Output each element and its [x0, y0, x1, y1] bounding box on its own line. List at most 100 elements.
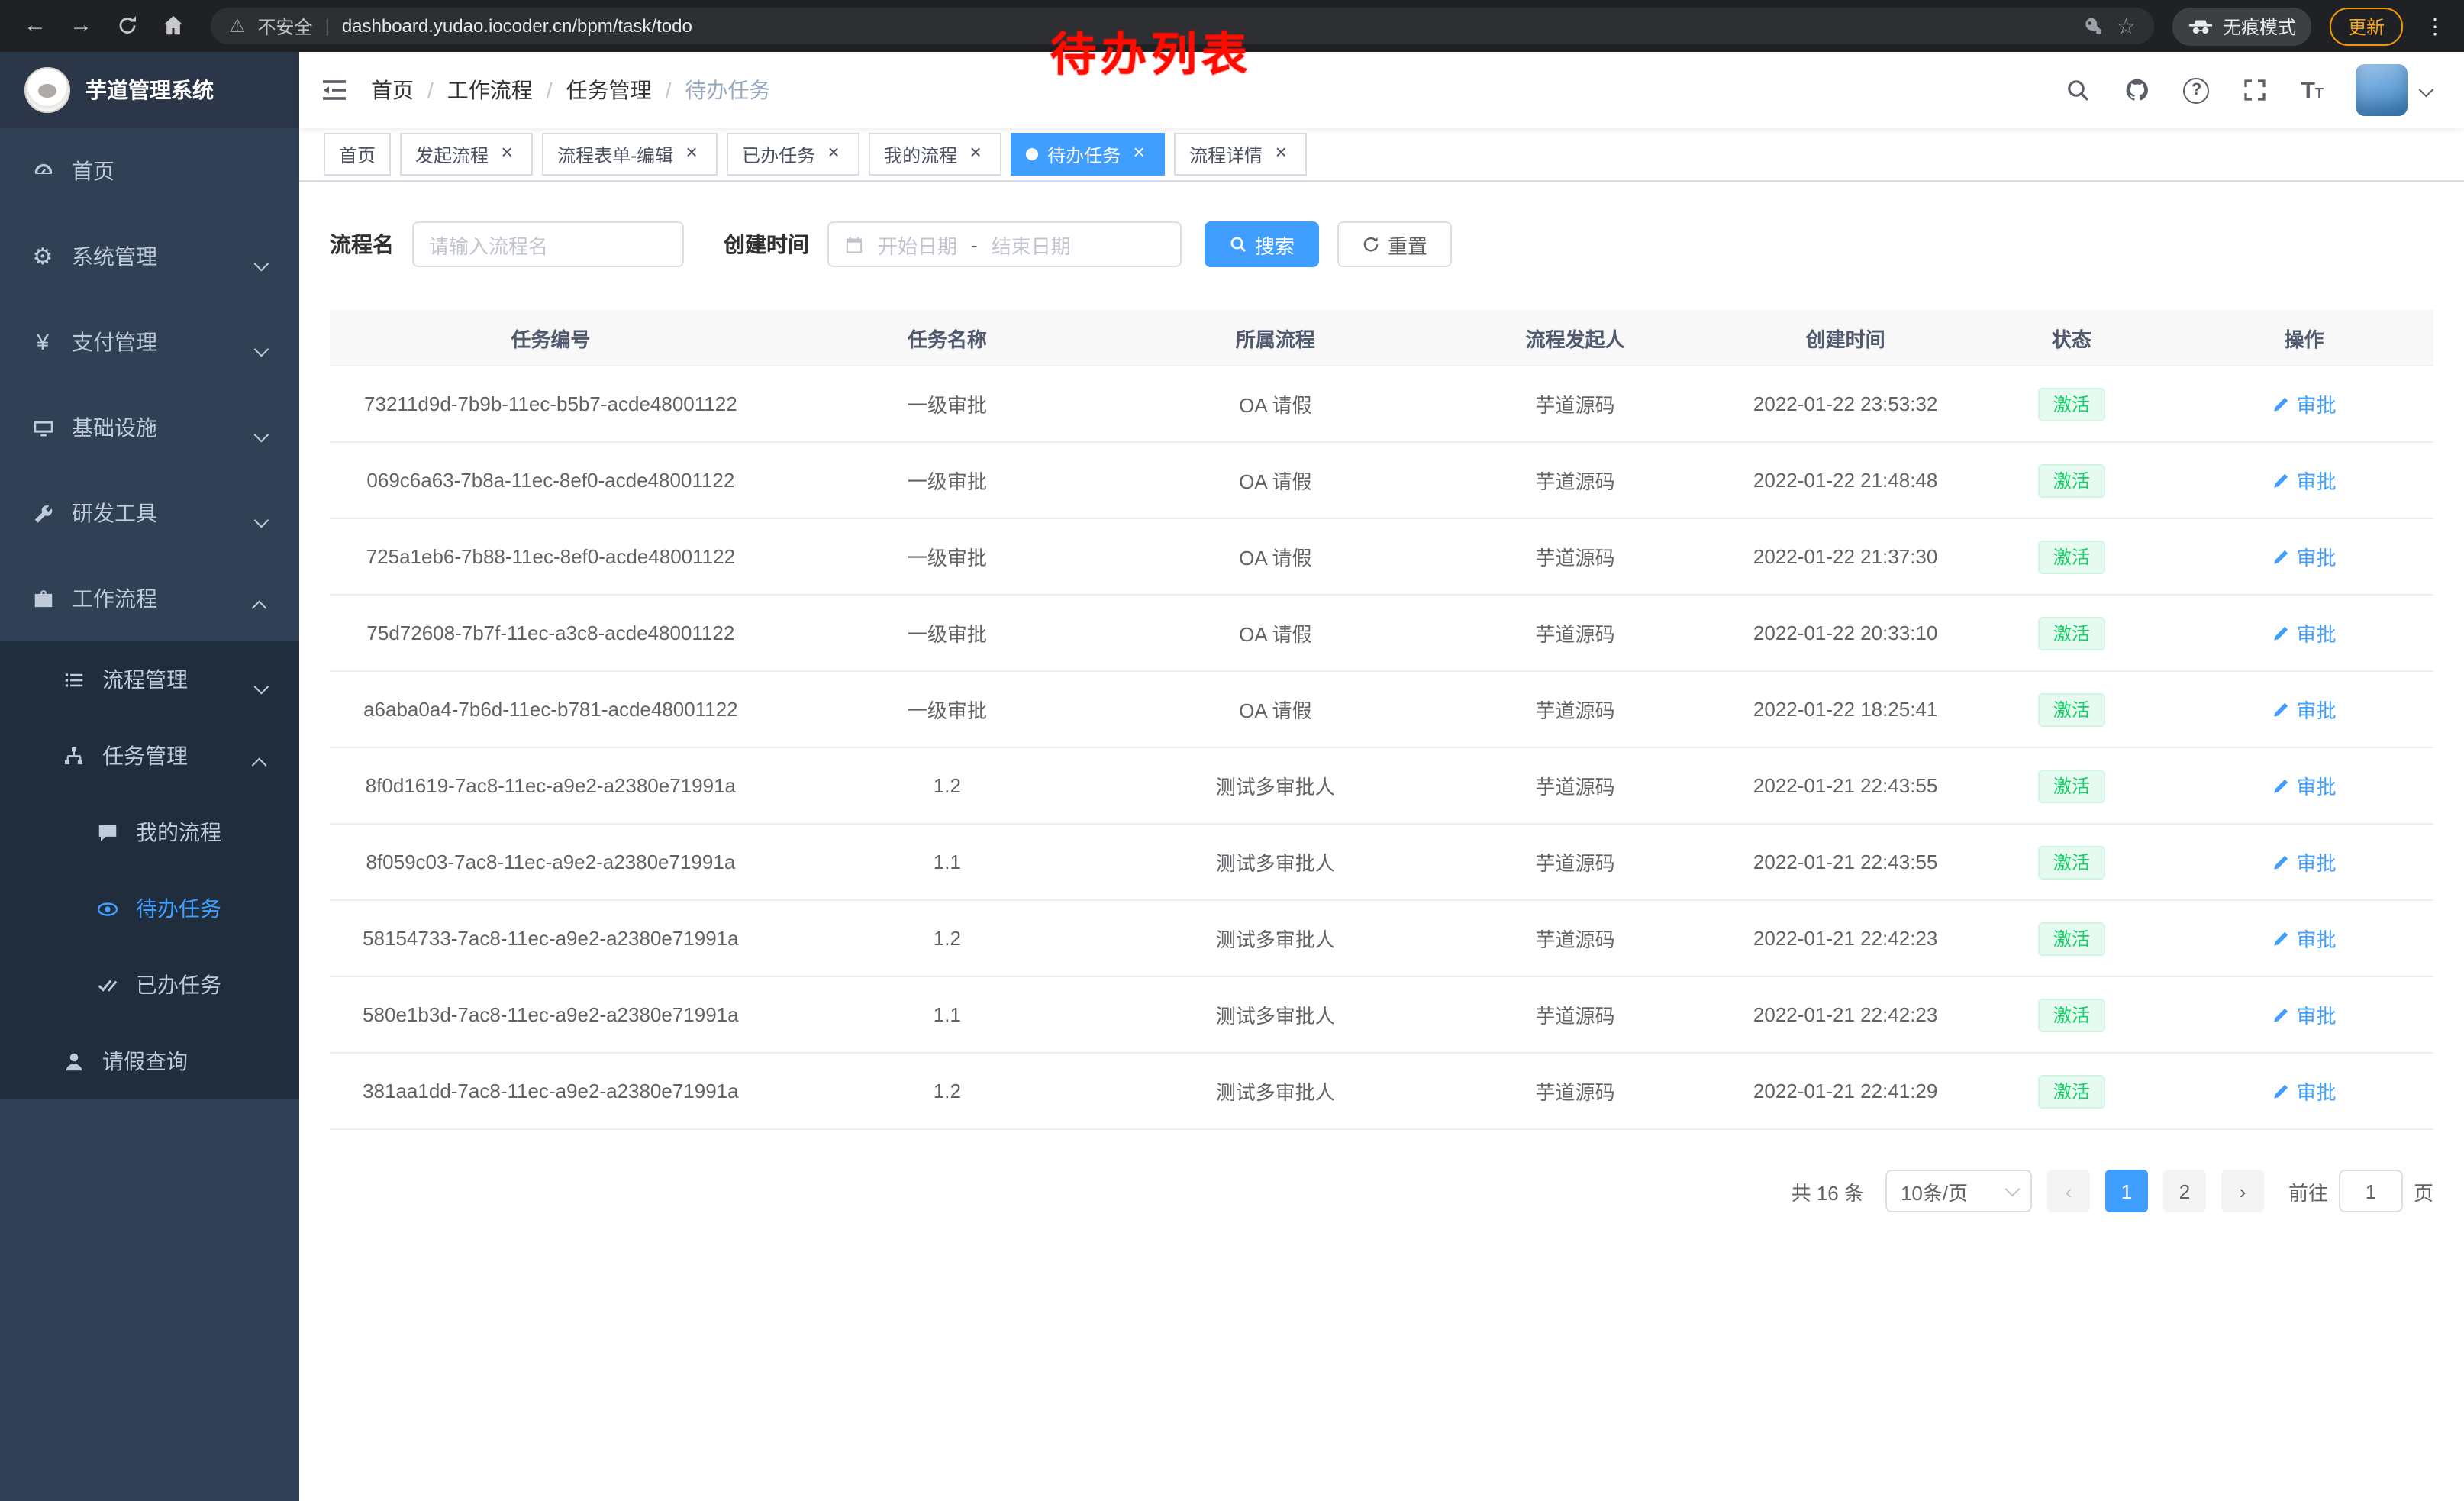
- table-cell: 审批: [2175, 542, 2433, 571]
- user-menu[interactable]: [2356, 64, 2430, 116]
- incognito-label: 无痕模式: [2223, 13, 2296, 39]
- security-warning-icon: ⚠: [229, 15, 246, 37]
- close-icon[interactable]: ×: [681, 144, 702, 165]
- approve-link[interactable]: 审批: [2272, 924, 2336, 953]
- table-cell: 8f0d1619-7ac8-11ec-a9e2-a2380e71991a: [330, 774, 772, 797]
- tags-view: 首页发起流程×流程表单-编辑×已办任务×我的流程×待办任务×流程详情×: [299, 128, 2464, 182]
- url-text[interactable]: dashboard.yudao.iocoder.cn/bpm/task/todo: [342, 15, 692, 37]
- goto-page-input[interactable]: 1: [2339, 1170, 2403, 1212]
- table-cell: 580e1b3d-7ac8-11ec-a9e2-a2380e71991a: [330, 1003, 772, 1026]
- tab-item[interactable]: 首页: [324, 133, 391, 176]
- browser-back-icon[interactable]: ←: [15, 6, 55, 46]
- tab-item[interactable]: 流程表单-编辑×: [542, 133, 718, 176]
- omnibox-divider: |: [325, 15, 330, 37]
- reset-button[interactable]: 重置: [1337, 221, 1452, 267]
- approve-link[interactable]: 审批: [2272, 771, 2336, 800]
- sidebar-item-home[interactable]: 首页: [0, 128, 299, 214]
- menu-fold-icon[interactable]: [321, 76, 348, 104]
- approve-link[interactable]: 审批: [2272, 542, 2336, 571]
- app-logo[interactable]: 芋道管理系统: [0, 52, 299, 128]
- close-icon[interactable]: ×: [965, 144, 986, 165]
- sidebar-item-workflow[interactable]: 工作流程: [0, 556, 299, 641]
- sidebar-item-devtools[interactable]: 研发工具: [0, 470, 299, 556]
- approve-link[interactable]: 审批: [2272, 1000, 2336, 1029]
- search-button[interactable]: 搜索: [1205, 221, 1319, 267]
- table-cell: 一级审批: [772, 389, 1123, 418]
- tab-item[interactable]: 发起流程 ×: [400, 133, 533, 176]
- monitor-icon: [31, 415, 55, 440]
- table-cell: 审批: [2175, 1077, 2433, 1106]
- page-content: 流程名 请输入流程名 创建时间 开始日期 - 结束日期: [299, 182, 2464, 1501]
- sidebar-item-todo-task[interactable]: 待办任务: [0, 870, 299, 947]
- process-name-input[interactable]: 请输入流程名: [412, 221, 684, 267]
- sidebar-item-label: 基础设施: [72, 412, 157, 443]
- table-cell: 审批: [2175, 771, 2433, 800]
- table-cell: 芋道源码: [1428, 847, 1723, 876]
- next-page-button[interactable]: ›: [2221, 1170, 2264, 1212]
- help-icon[interactable]: ?: [2184, 77, 2210, 103]
- security-label[interactable]: 不安全: [258, 13, 313, 39]
- breadcrumb-workflow[interactable]: 工作流程: [447, 75, 533, 105]
- sidebar-item-system[interactable]: ⚙ 系统管理: [0, 214, 299, 299]
- edit-pen-icon: [2272, 471, 2290, 489]
- sidebar-item-payment[interactable]: ¥ 支付管理: [0, 299, 299, 385]
- calendar-icon: [844, 233, 864, 256]
- breadcrumb-home[interactable]: 首页: [371, 75, 414, 105]
- close-icon[interactable]: ×: [823, 144, 844, 165]
- approve-link[interactable]: 审批: [2272, 618, 2336, 647]
- search-icon[interactable]: [2065, 76, 2092, 104]
- approve-link[interactable]: 审批: [2272, 1077, 2336, 1106]
- breadcrumb-task-management[interactable]: 任务管理: [566, 75, 652, 105]
- fullscreen-icon[interactable]: [2242, 76, 2269, 104]
- table-cell: 58154733-7ac8-11ec-a9e2-a2380e71991a: [330, 927, 772, 950]
- sidebar-item-label: 我的流程: [136, 817, 221, 847]
- table-cell: 审批: [2175, 618, 2433, 647]
- table-row: 8f059c03-7ac8-11ec-a9e2-a2380e71991a1.1测…: [330, 825, 2433, 901]
- tab-item[interactable]: 已办任务×: [727, 133, 859, 176]
- browser-update-button[interactable]: 更新: [2330, 7, 2403, 45]
- browser-home-icon[interactable]: [153, 6, 192, 46]
- tab-item[interactable]: 待办任务 ×: [1011, 133, 1165, 176]
- chevron-up-icon: [255, 750, 266, 774]
- approve-link[interactable]: 审批: [2272, 847, 2336, 876]
- table-cell: 审批: [2175, 924, 2433, 953]
- sidebar-item-done-task[interactable]: 已办任务: [0, 947, 299, 1023]
- password-key-icon[interactable]: [2083, 15, 2104, 37]
- column-header: 任务名称: [772, 323, 1123, 352]
- tab-item[interactable]: 流程详情×: [1174, 133, 1307, 176]
- sidebar-item-task-management[interactable]: 任务管理: [0, 718, 299, 794]
- dashboard-icon: [31, 159, 55, 183]
- browser-forward-icon[interactable]: →: [61, 6, 101, 46]
- browser-menu-icon[interactable]: ⋮: [2421, 13, 2449, 39]
- date-range-picker[interactable]: 开始日期 - 结束日期: [827, 221, 1182, 267]
- approve-link[interactable]: 审批: [2272, 466, 2336, 495]
- text-size-icon[interactable]: TT: [2301, 77, 2324, 103]
- close-icon[interactable]: ×: [496, 144, 518, 165]
- approve-link[interactable]: 审批: [2272, 695, 2336, 724]
- github-icon[interactable]: [2124, 76, 2152, 104]
- tab-item[interactable]: 我的流程×: [869, 133, 1001, 176]
- table-cell: 审批: [2175, 847, 2433, 876]
- table-cell: 审批: [2175, 695, 2433, 724]
- bookmark-star-icon[interactable]: ☆: [2117, 13, 2136, 39]
- browser-reload-icon[interactable]: [107, 6, 147, 46]
- sidebar-item-my-process[interactable]: 我的流程: [0, 794, 299, 870]
- page-size-select[interactable]: 10条/页: [1885, 1170, 2032, 1212]
- tab-label: 发起流程: [415, 141, 489, 167]
- approve-link[interactable]: 审批: [2272, 389, 2336, 418]
- tree-icon: [61, 744, 85, 768]
- sidebar-item-leave-query[interactable]: 请假查询: [0, 1023, 299, 1099]
- column-header: 状态: [1969, 323, 2175, 352]
- close-icon[interactable]: ×: [1270, 144, 1292, 165]
- tab-label: 待办任务: [1047, 141, 1121, 167]
- sidebar-item-infrastructure[interactable]: 基础设施: [0, 385, 299, 470]
- close-icon[interactable]: ×: [1128, 144, 1150, 165]
- table-cell: 75d72608-7b7f-11ec-a3c8-acde48001122: [330, 621, 772, 644]
- sidebar-item-process-management[interactable]: 流程管理: [0, 641, 299, 718]
- avatar[interactable]: [2356, 64, 2408, 116]
- table-cell: 芋道源码: [1428, 771, 1723, 800]
- page-button-1[interactable]: 1: [2105, 1170, 2148, 1212]
- page-button-2[interactable]: 2: [2163, 1170, 2206, 1212]
- sidebar-item-label: 系统管理: [72, 241, 157, 272]
- prev-page-button[interactable]: ‹: [2047, 1170, 2090, 1212]
